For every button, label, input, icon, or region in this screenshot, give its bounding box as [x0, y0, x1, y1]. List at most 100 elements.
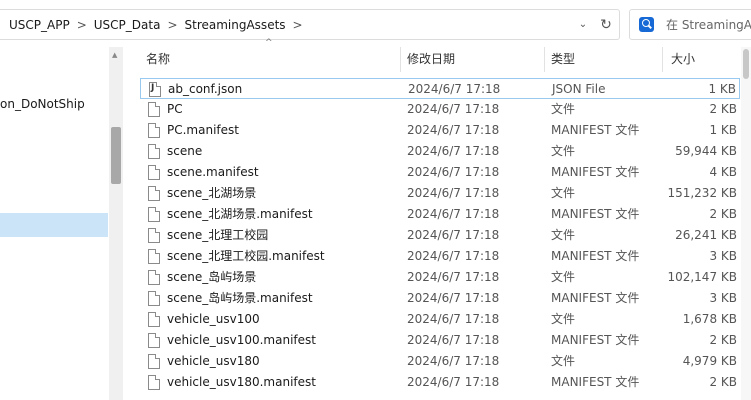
nav-scrollbar[interactable]: ▲: [109, 47, 123, 400]
column-size[interactable]: 大小: [671, 47, 695, 72]
file-size: 3 KB: [709, 249, 737, 263]
file-name: vehicle_usv100.manifest: [167, 333, 316, 347]
file-row[interactable]: scene_北湖场景 2024/6/7 17:18 文件 151,232 KB: [140, 183, 740, 204]
file-name: scene_北湖场景: [167, 186, 257, 200]
column-divider[interactable]: [400, 47, 401, 72]
file-size: 59,944 KB: [675, 144, 737, 158]
file-size: 1 KB: [709, 123, 737, 137]
file-type: MANIFEST 文件: [551, 249, 640, 263]
file-type: 文件: [551, 312, 576, 326]
file-type: 文件: [551, 354, 576, 368]
file-name: scene.manifest: [167, 165, 259, 179]
column-name[interactable]: 名称: [146, 47, 170, 72]
nav-item-donotship[interactable]: on_DoNotShip: [0, 97, 85, 111]
file-row[interactable]: scene_北理工校园.manifest 2024/6/7 17:18 MANIFE…: [140, 246, 740, 267]
file-icon: [148, 291, 160, 306]
column-date[interactable]: 修改日期: [407, 47, 455, 72]
file-row[interactable]: PC 2024/6/7 17:18 文件 2 KB: [140, 99, 740, 120]
file-row[interactable]: scene_岛屿场景.manifest 2024/6/7 17:18 MANIFES…: [140, 288, 740, 309]
file-size: 2 KB: [709, 375, 737, 389]
file-date: 2024/6/7 17:18: [407, 333, 500, 347]
file-date: 2024/6/7 17:18: [407, 102, 500, 116]
file-row[interactable]: vehicle_usv100 2024/6/7 17:18 文件 1,678 KB: [140, 309, 740, 330]
breadcrumb-uscp-data[interactable]: USCP_Data: [94, 18, 161, 32]
file-name: scene_北理工校园.manifest: [167, 249, 325, 263]
history-dropdown-icon[interactable]: ⌄: [573, 19, 593, 30]
file-type: MANIFEST 文件: [551, 207, 640, 221]
file-size: 26,241 KB: [675, 228, 737, 242]
toolbar: USCP_APP > USCP_Data > StreamingAssets >…: [0, 0, 751, 47]
file-size: 3 KB: [709, 291, 737, 305]
file-size: 1 KB: [708, 82, 736, 96]
search-input[interactable]: 在 StreamingA: [666, 16, 751, 33]
file-date: 2024/6/7 17:18: [407, 375, 500, 389]
file-type: 文件: [551, 228, 576, 242]
file-size: 2 KB: [709, 207, 737, 221]
json-file-icon: [149, 82, 161, 97]
breadcrumb-separator-icon[interactable]: >: [167, 18, 177, 32]
navigation-pane: on_DoNotShip ▲: [0, 47, 124, 400]
sort-ascending-icon: ^: [265, 38, 273, 48]
scroll-up-icon[interactable]: ▲: [112, 51, 117, 59]
file-name: scene_北湖场景.manifest: [167, 207, 313, 221]
nav-selected-item[interactable]: [0, 213, 108, 237]
file-row[interactable]: vehicle_usv180 2024/6/7 17:18 文件 4,979 KB: [140, 351, 740, 372]
file-icon: [148, 333, 160, 348]
file-row[interactable]: scene_北理工校园 2024/6/7 17:18 文件 26,241 KB: [140, 225, 740, 246]
column-divider[interactable]: [662, 47, 663, 72]
file-size: 1,678 KB: [682, 312, 737, 326]
file-icon: [148, 312, 160, 327]
search-icon: [639, 17, 654, 32]
breadcrumb-uscp-app[interactable]: USCP_APP: [9, 18, 70, 32]
file-name: vehicle_usv100: [167, 312, 260, 326]
file-row[interactable]: PC.manifest 2024/6/7 17:18 MANIFEST 文件 1 KB: [140, 120, 740, 141]
file-name: vehicle_usv180.manifest: [167, 375, 316, 389]
file-name: vehicle_usv180: [167, 354, 260, 368]
file-icon: [148, 249, 160, 264]
file-date: 2024/6/7 17:18: [407, 165, 500, 179]
file-size: 2 KB: [709, 102, 737, 116]
file-row[interactable]: scene 2024/6/7 17:18 文件 59,944 KB: [140, 141, 740, 162]
file-date: 2024/6/7 17:18: [407, 144, 500, 158]
column-divider[interactable]: [544, 47, 545, 72]
file-date: 2024/6/7 17:18: [407, 207, 500, 221]
breadcrumb-streaming-assets[interactable]: StreamingAssets: [185, 18, 286, 32]
file-icon: [148, 228, 160, 243]
address-bar[interactable]: USCP_APP > USCP_Data > StreamingAssets >…: [0, 9, 620, 40]
column-type[interactable]: 类型: [551, 47, 575, 72]
file-date: 2024/6/7 17:18: [407, 270, 500, 284]
file-row[interactable]: vehicle_usv180.manifest 2024/6/7 17:18 MAN…: [140, 372, 740, 393]
file-type: MANIFEST 文件: [551, 333, 640, 347]
file-name: PC: [167, 102, 183, 116]
file-row[interactable]: scene_岛屿场景 2024/6/7 17:18 文件 102,147 KB: [140, 267, 740, 288]
file-size: 2 KB: [709, 333, 737, 347]
file-name: ab_conf.json: [168, 82, 243, 96]
search-box[interactable]: 在 StreamingA: [629, 9, 751, 40]
file-row[interactable]: vehicle_usv100.manifest 2024/6/7 17:18 MAN…: [140, 330, 740, 351]
file-type: MANIFEST 文件: [551, 375, 640, 389]
breadcrumb-separator-icon[interactable]: >: [293, 18, 303, 32]
file-list-scrollbar-thumb[interactable]: [743, 49, 749, 79]
file-row[interactable]: ab_conf.json 2024/6/7 17:18 JSON File 1 KB: [140, 78, 740, 99]
file-name: scene_岛屿场景: [167, 270, 257, 284]
file-icon: [148, 270, 160, 285]
file-type: MANIFEST 文件: [551, 123, 640, 137]
file-icon: [148, 207, 160, 222]
file-type: 文件: [551, 270, 576, 284]
nav-scrollbar-thumb[interactable]: [111, 127, 121, 184]
file-type: 文件: [551, 186, 576, 200]
file-icon: [148, 165, 160, 180]
file-date: 2024/6/7 17:18: [407, 123, 500, 137]
column-header: ^ 名称 修改日期 类型 大小: [124, 38, 751, 72]
file-date: 2024/6/7 17:18: [407, 228, 500, 242]
file-size: 102,147 KB: [667, 270, 737, 284]
file-date: 2024/6/7 17:18: [407, 291, 500, 305]
file-row[interactable]: scene_北湖场景.manifest 2024/6/7 17:18 MANIFES…: [140, 204, 740, 225]
file-size: 151,232 KB: [667, 186, 737, 200]
refresh-icon[interactable]: ↻: [593, 17, 619, 33]
breadcrumb-separator-icon[interactable]: >: [77, 18, 87, 32]
file-list-scrollbar[interactable]: [741, 47, 751, 400]
file-row[interactable]: scene.manifest 2024/6/7 17:18 MANIFEST 文件 4…: [140, 162, 740, 183]
file-type: JSON File: [552, 82, 606, 96]
file-date: 2024/6/7 17:18: [407, 354, 500, 368]
